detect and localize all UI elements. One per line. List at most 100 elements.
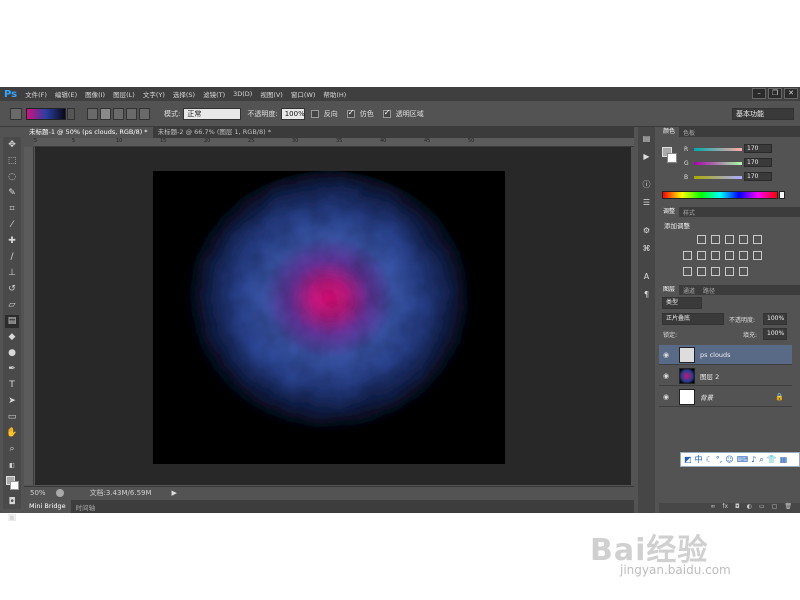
history-brush-icon[interactable]: ↺	[5, 283, 19, 296]
color-swatches[interactable]	[5, 475, 19, 493]
menu-select[interactable]: 选择(S)	[173, 89, 195, 99]
lasso-tool-icon[interactable]: ◌	[5, 171, 19, 184]
gradient-tool-icon[interactable]: ▤	[5, 315, 19, 328]
healing-tool-icon[interactable]: ✚	[5, 235, 19, 248]
hand-tool-icon[interactable]: ✋	[5, 427, 19, 440]
eraser-tool-icon[interactable]: ▱	[5, 299, 19, 312]
white-swatch[interactable]	[779, 191, 785, 199]
new-layer-icon[interactable]: ▢	[772, 503, 778, 513]
g-slider[interactable]	[694, 162, 742, 165]
dodge-tool-icon[interactable]: ●	[5, 347, 19, 360]
brightness-icon[interactable]	[697, 235, 706, 244]
dither-checkbox[interactable]	[346, 108, 355, 118]
menu-3d[interactable]: 3D(D)	[233, 90, 252, 98]
menu-type[interactable]: 文字(Y)	[143, 89, 165, 99]
menu-view[interactable]: 视图(V)	[260, 89, 283, 99]
reflected-gradient-icon[interactable]	[126, 107, 137, 120]
layer-row-ps-clouds[interactable]: ◉ ps clouds	[659, 345, 792, 365]
actions-icon[interactable]: ▶	[641, 151, 653, 163]
menu-image[interactable]: 图像(I)	[85, 89, 105, 99]
screen-mode-icon[interactable]: ▣	[5, 512, 19, 525]
mode-select[interactable]: 正常	[183, 107, 242, 120]
layer-row-background[interactable]: ◉ 背景 🔒	[659, 387, 792, 407]
blur-tool-icon[interactable]: ◆	[5, 331, 19, 344]
doc-tab-2[interactable]: 未标题-2 @ 66.7% (图层 1, RGB/8) *	[153, 127, 276, 138]
close-button[interactable]: ✕	[784, 88, 798, 99]
crop-tool-icon[interactable]: ⌗	[5, 203, 19, 216]
ime-voice-icon[interactable]: ♪	[751, 455, 756, 464]
tab-channels[interactable]: 通道	[679, 286, 699, 295]
ime-mode[interactable]: 中	[695, 454, 703, 465]
zoom-level[interactable]: 50%	[30, 489, 46, 497]
paragraph-icon[interactable]: ¶	[641, 289, 653, 301]
posterize-icon[interactable]	[697, 267, 706, 276]
g-value[interactable]: 170	[744, 158, 772, 167]
ime-keyboard-icon[interactable]: ⌨	[737, 455, 749, 464]
link-layers-icon[interactable]: ∞	[710, 503, 715, 513]
diamond-gradient-icon[interactable]	[139, 107, 150, 120]
shape-tool-icon[interactable]: ▭	[5, 411, 19, 424]
doc-tab-1[interactable]: 未标题-1 @ 50% (ps clouds, RGB/8) *	[24, 127, 153, 138]
add-mask-icon[interactable]: ◘	[735, 503, 740, 513]
background-color-swatch[interactable]	[667, 153, 677, 163]
color-spectrum[interactable]	[662, 191, 778, 199]
gradient-picker[interactable]	[26, 107, 66, 120]
eye-icon[interactable]: ◉	[663, 372, 673, 380]
layer-row-layer-2[interactable]: ◉ 图层 2	[659, 366, 792, 386]
reverse-checkbox[interactable]	[310, 109, 319, 118]
menu-filter[interactable]: 滤镜(T)	[203, 89, 225, 99]
ime-skin-icon[interactable]: 👕	[767, 455, 777, 464]
black-white-icon[interactable]	[711, 251, 720, 260]
gradient-dropdown-icon[interactable]	[67, 107, 75, 120]
eyedropper-tool-icon[interactable]: ⁄	[5, 219, 19, 232]
blend-mode-select[interactable]: 正片叠底	[662, 313, 724, 325]
default-colors-icon[interactable]: ◧	[5, 459, 19, 472]
tab-swatches[interactable]: 色板	[679, 128, 699, 137]
exposure-icon[interactable]	[739, 235, 748, 244]
gradient-map-icon[interactable]	[725, 267, 734, 276]
vibrance-icon[interactable]	[753, 235, 762, 244]
b-value[interactable]: 170	[744, 172, 772, 181]
transparency-checkbox[interactable]	[382, 108, 391, 118]
quick-mask-icon[interactable]: ◘	[5, 496, 19, 509]
radial-gradient-icon[interactable]	[100, 107, 111, 120]
status-arrow-icon[interactable]: ▶	[172, 489, 177, 497]
linear-gradient-icon[interactable]	[87, 107, 98, 120]
marquee-tool-icon[interactable]: ⬚	[5, 155, 19, 168]
tool-preset-icon[interactable]	[10, 107, 22, 120]
history-icon[interactable]: ▤	[641, 133, 653, 145]
pen-tool-icon[interactable]: ✒	[5, 363, 19, 376]
menu-window[interactable]: 窗口(W)	[291, 89, 316, 99]
tab-styles[interactable]: 样式	[679, 208, 699, 217]
threshold-icon[interactable]	[711, 267, 720, 276]
eye-icon[interactable]: ◉	[663, 393, 673, 401]
delete-layer-icon[interactable]: 🗑	[784, 503, 792, 513]
channel-mixer-icon[interactable]	[739, 251, 748, 260]
b-slider[interactable]	[694, 176, 742, 179]
workspace-select[interactable]: 基本功能	[732, 108, 794, 120]
opacity-input[interactable]: 100%	[280, 107, 305, 120]
tab-adjustments[interactable]: 调整	[659, 207, 680, 217]
color-lookup-icon[interactable]	[753, 251, 762, 260]
invert-icon[interactable]	[683, 267, 692, 276]
layer-opacity-input[interactable]: 100%	[763, 313, 787, 325]
ime-moon-icon[interactable]: ☾	[706, 455, 713, 464]
path-select-icon[interactable]: ➤	[5, 395, 19, 408]
menu-help[interactable]: 帮助(H)	[323, 89, 346, 99]
r-slider[interactable]	[694, 148, 742, 151]
tab-color[interactable]: 颜色	[659, 127, 680, 137]
brush-panel-icon[interactable]: ⚙	[641, 225, 653, 237]
adjustment-layer-icon[interactable]: ◐	[747, 503, 752, 513]
r-value[interactable]: 170	[744, 144, 772, 153]
zoom-tool-icon[interactable]: ⌕	[5, 443, 19, 456]
levels-icon[interactable]	[711, 235, 720, 244]
type-tool-icon[interactable]: T	[5, 379, 19, 392]
layer-filter-kind[interactable]: 类型	[662, 297, 702, 309]
hue-saturation-icon[interactable]	[683, 251, 692, 260]
tab-layers[interactable]: 图层	[659, 285, 680, 295]
restore-button[interactable]: ❐	[768, 88, 782, 99]
character-icon[interactable]: A	[641, 271, 653, 283]
minimize-button[interactable]: –	[752, 88, 766, 99]
menu-layer[interactable]: 图层(L)	[113, 89, 135, 99]
photo-filter-icon[interactable]	[725, 251, 734, 260]
